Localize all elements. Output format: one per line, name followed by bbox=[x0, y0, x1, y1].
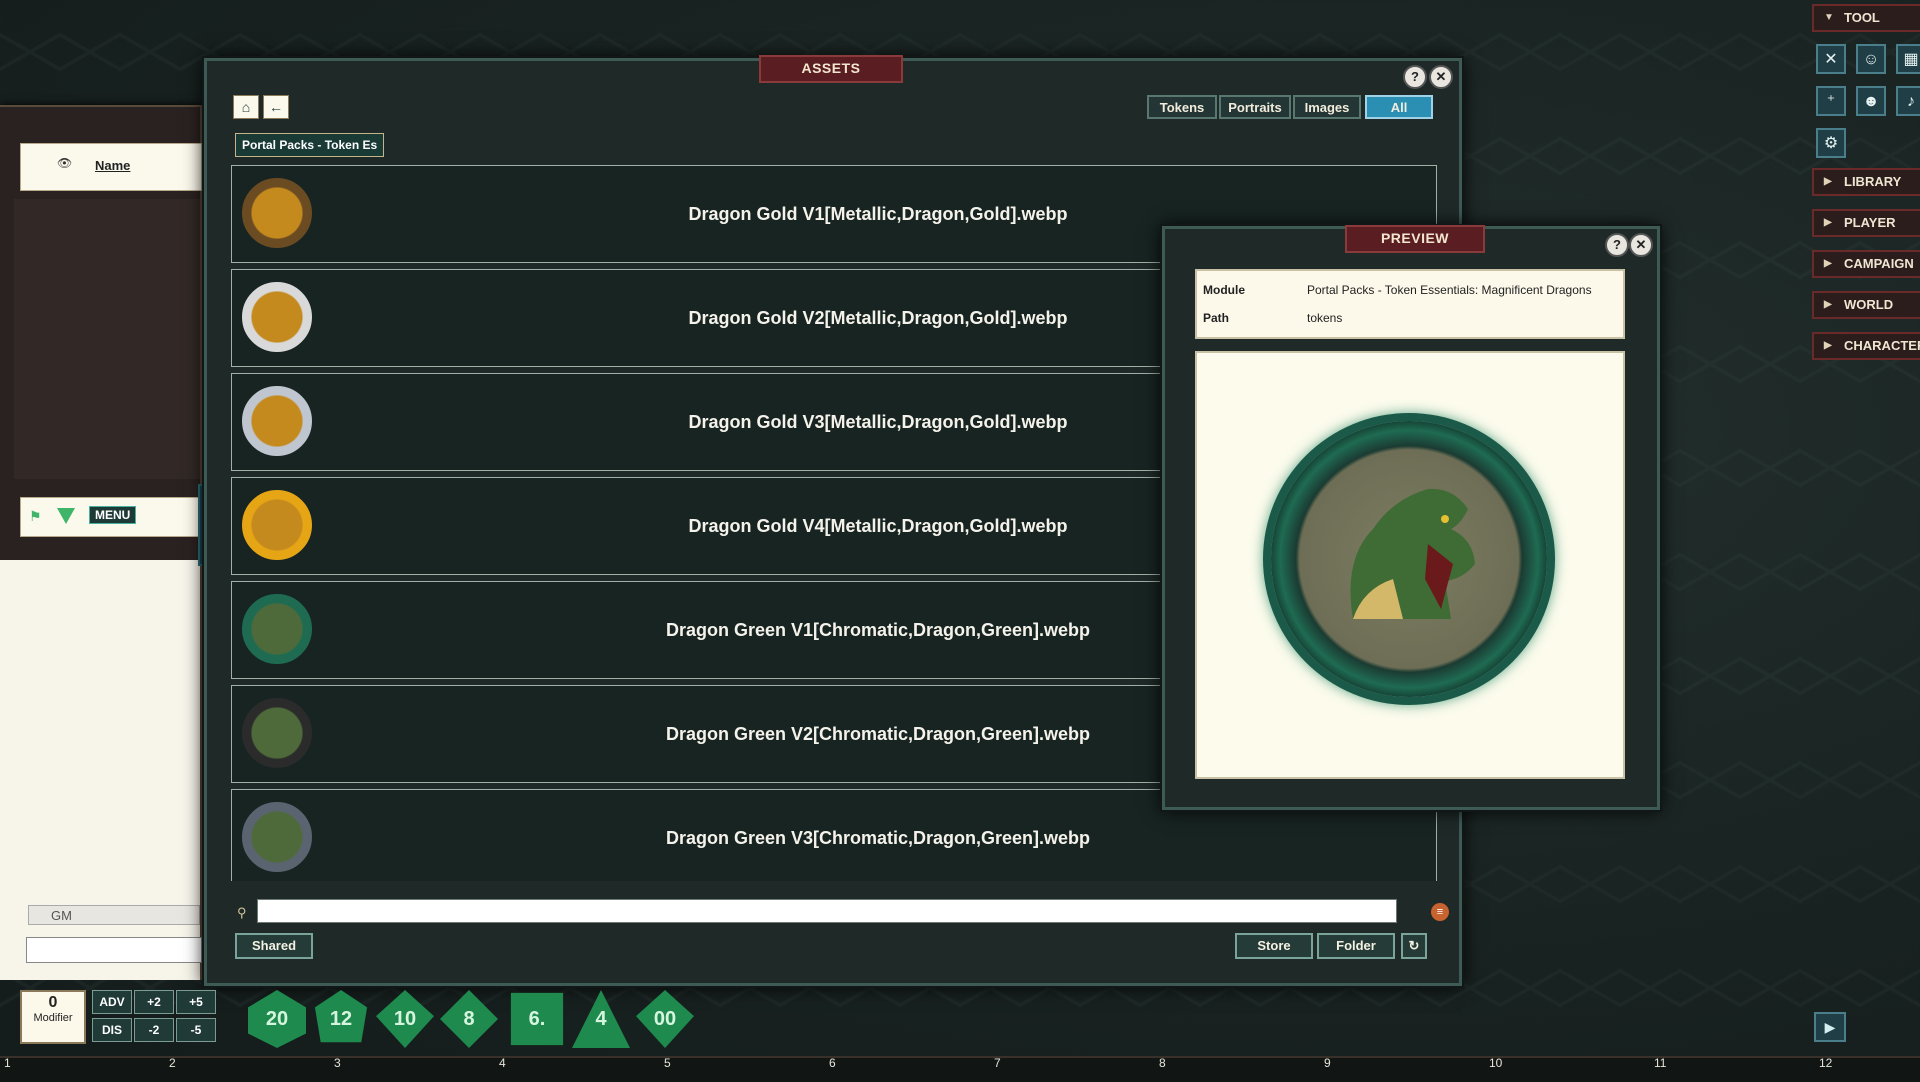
chat-input[interactable] bbox=[26, 937, 202, 963]
effects-icon[interactable]: ⁺ bbox=[1816, 86, 1846, 116]
tab-tokens[interactable]: Tokens bbox=[1147, 95, 1217, 119]
ruler-mark: 5 bbox=[664, 1056, 671, 1070]
combat-icon[interactable]: ✕ bbox=[1816, 44, 1846, 74]
refresh-icon[interactable]: ↻ bbox=[1401, 933, 1427, 959]
assets-title: ASSETS bbox=[759, 55, 903, 83]
tool-label: TOOL bbox=[1844, 10, 1880, 25]
options-gear-icon[interactable]: ⚙ bbox=[1816, 128, 1846, 158]
music-icon[interactable]: ♪ bbox=[1896, 86, 1920, 116]
die-d6[interactable]: 6. bbox=[510, 992, 564, 1046]
modifier-button[interactable]: DIS bbox=[92, 1018, 132, 1042]
path-value: tokens bbox=[1307, 311, 1343, 325]
tab-portraits[interactable]: Portraits bbox=[1219, 95, 1291, 119]
token-thumbnail bbox=[242, 698, 312, 768]
ruler-mark: 10 bbox=[1489, 1056, 1503, 1070]
sidebar-tab-label: CAMPAIGN bbox=[1844, 256, 1914, 271]
ruler-mark: 6 bbox=[829, 1056, 836, 1070]
list-body bbox=[14, 199, 200, 479]
ruler-mark: 1 bbox=[4, 1056, 11, 1070]
expand-arrow-icon: ▶ bbox=[1824, 217, 1832, 228]
ruler-mark: 2 bbox=[169, 1056, 176, 1070]
shared-button[interactable]: Shared bbox=[235, 933, 313, 959]
modifier-box[interactable]: 0 Modifier bbox=[20, 990, 86, 1044]
sidebar-player[interactable]: ▶ PLAYER bbox=[1812, 209, 1920, 237]
sidebar-campaign[interactable]: ▶ CAMPAIGN bbox=[1812, 250, 1920, 278]
sidebar-character[interactable]: ▶ CHARACTER bbox=[1812, 332, 1920, 360]
ruler-mark: 11 bbox=[1654, 1056, 1667, 1070]
module-key: Module bbox=[1203, 283, 1245, 297]
path-key: Path bbox=[1203, 311, 1230, 325]
ruler-mark: 3 bbox=[334, 1056, 341, 1070]
store-button[interactable]: Store bbox=[1235, 933, 1313, 959]
preview-info: Module Portal Packs - Token Essentials: … bbox=[1195, 269, 1625, 339]
list-header: 👁 Name bbox=[20, 143, 202, 191]
preview-title: PREVIEW bbox=[1345, 225, 1485, 253]
modifier-button[interactable]: ADV bbox=[92, 990, 132, 1014]
sidebar-tool[interactable]: ▼ TOOL bbox=[1812, 4, 1920, 32]
expand-arrow-icon: ▶ bbox=[1824, 176, 1832, 187]
token-thumbnail bbox=[242, 386, 312, 456]
flag-icon[interactable]: ⚑ bbox=[29, 508, 42, 525]
modifier-button[interactable]: -2 bbox=[134, 1018, 174, 1042]
tab-images[interactable]: Images bbox=[1293, 95, 1361, 119]
expand-arrow-icon: ▶ bbox=[1824, 258, 1832, 269]
ruler-mark: 7 bbox=[994, 1056, 1001, 1070]
sidebar-tab-label: CHARACTER bbox=[1844, 338, 1920, 353]
token-thumbnail bbox=[242, 178, 312, 248]
ruler-mark: 12 bbox=[1819, 1056, 1833, 1070]
token-thumbnail bbox=[242, 282, 312, 352]
tab-all[interactable]: All bbox=[1365, 95, 1433, 119]
preview-image-frame bbox=[1195, 351, 1625, 779]
search-row: ⚲ ≡ bbox=[231, 899, 1449, 927]
visibility-icon[interactable]: 👁 bbox=[57, 156, 73, 170]
sidebar-tab-label: WORLD bbox=[1844, 297, 1894, 312]
expand-arrow-icon: ▶ bbox=[1824, 299, 1832, 310]
name-column-header[interactable]: Name bbox=[95, 158, 130, 173]
left-list-panel: 👁 Name ⚑ MENU bbox=[0, 105, 202, 564]
party-icon[interactable]: ☺ bbox=[1856, 44, 1886, 74]
modifier-button[interactable]: +2 bbox=[134, 990, 174, 1014]
dragon-token-image bbox=[1271, 421, 1547, 697]
modifier-button[interactable]: -5 bbox=[176, 1018, 216, 1042]
help-button[interactable]: ? bbox=[1403, 65, 1427, 89]
token-thumbnail bbox=[242, 490, 312, 560]
ruler-mark: 9 bbox=[1324, 1056, 1331, 1070]
modifier-button[interactable]: +5 bbox=[176, 990, 216, 1014]
sidebar-tab-label: PLAYER bbox=[1844, 215, 1896, 230]
character-icon[interactable]: ☻ bbox=[1856, 86, 1886, 116]
search-options-icon[interactable]: ≡ bbox=[1431, 903, 1449, 921]
modifier-label: Modifier bbox=[33, 1012, 73, 1024]
expand-arrow-icon: ▶ bbox=[1824, 340, 1832, 351]
ruler: 1 2 3 4 5 6 7 8 9 10 11 12 bbox=[0, 1056, 1920, 1082]
sidebar-world[interactable]: ▶ WORLD bbox=[1812, 291, 1920, 319]
sidebar-library[interactable]: ▶ LIBRARY bbox=[1812, 168, 1920, 196]
module-value: Portal Packs - Token Essentials: Magnifi… bbox=[1307, 283, 1592, 297]
folder-button[interactable]: Folder bbox=[1317, 933, 1395, 959]
preview-help-button[interactable]: ? bbox=[1605, 233, 1629, 257]
close-button[interactable]: ✕ bbox=[1429, 65, 1453, 89]
preview-close-button[interactable]: ✕ bbox=[1629, 233, 1653, 257]
search-icon: ⚲ bbox=[237, 905, 247, 920]
token-thumbnail bbox=[242, 802, 312, 872]
preview-window: PREVIEW ? ✕ Module Portal Packs - Token … bbox=[1162, 225, 1660, 810]
menu-button[interactable]: MENU bbox=[89, 506, 137, 524]
filter-icon[interactable] bbox=[57, 508, 75, 524]
breadcrumb[interactable]: Portal Packs - Token Es bbox=[235, 133, 385, 157]
list-menubar: ⚑ MENU bbox=[20, 497, 202, 537]
dragon-head-icon bbox=[1350, 488, 1475, 619]
sidebar-tab-label: LIBRARY bbox=[1844, 174, 1902, 189]
home-icon[interactable]: ⌂ bbox=[233, 95, 259, 119]
back-arrow-icon[interactable]: ← bbox=[263, 95, 289, 119]
token-thumbnail bbox=[242, 594, 312, 664]
modifier-value: 0 bbox=[48, 994, 58, 1011]
play-icon[interactable]: ▶ bbox=[1814, 1012, 1846, 1042]
ruler-mark: 8 bbox=[1159, 1056, 1166, 1070]
chat-speaker[interactable]: GM bbox=[28, 905, 200, 925]
ruler-mark: 4 bbox=[499, 1056, 506, 1070]
search-input[interactable] bbox=[257, 899, 1397, 923]
calendar-icon[interactable]: ▦ bbox=[1896, 44, 1920, 74]
chat-panel: GM bbox=[0, 560, 202, 980]
